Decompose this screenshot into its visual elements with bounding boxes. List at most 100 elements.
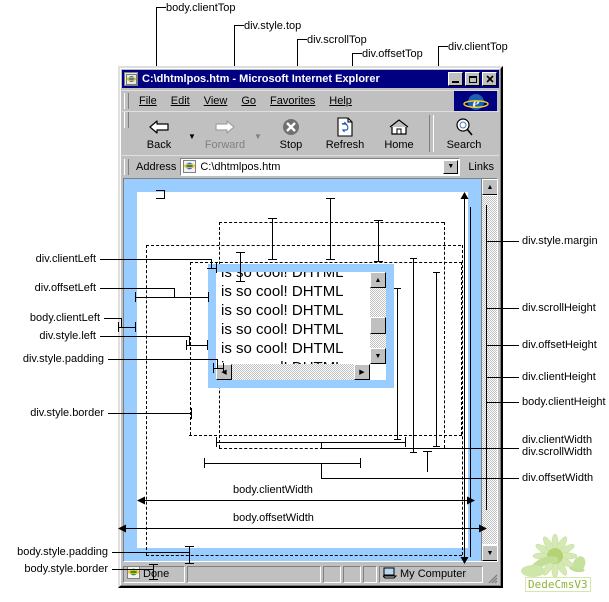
dim-h-body-offsetWidth: [125, 528, 481, 529]
dimend-body-clientLeft-2: [135, 322, 136, 332]
menu-item-help[interactable]: Help: [322, 93, 359, 109]
scroll-up-arrow-icon[interactable]: ▲: [482, 179, 497, 195]
dimend-div-stylePadding-1: [213, 363, 214, 373]
annotation-label-div-offsetHeight: div.offsetHeight: [522, 339, 597, 351]
toolbar-button-stop[interactable]: Stop: [264, 112, 318, 155]
guide-dash-v-1: [146, 245, 147, 555]
leader-div-offsetLeft: [100, 288, 175, 289]
stop-icon: [281, 116, 301, 138]
address-grip[interactable]: [124, 158, 129, 175]
inner-scroll-right-arrow-icon[interactable]: ▶: [354, 364, 370, 380]
status-panel-a: [323, 565, 341, 583]
resize-grip[interactable]: [485, 571, 498, 584]
scroll-down-arrow-icon[interactable]: ▼: [482, 545, 497, 561]
guide-dash-h-1: [146, 245, 461, 246]
annotation-label-div-styleLeft: div.style.left: [39, 330, 96, 342]
dim-body-clientLeft: [118, 327, 136, 328]
annotation-label-div-styleTop: div.style.top: [244, 20, 302, 32]
annotation-label-div-styleMargin: div.style.margin: [522, 235, 598, 247]
annotation-label-body-clientHeight: body.clientHeight: [522, 396, 606, 408]
forward-dropdown-arrow-icon[interactable]: ▼: [252, 112, 264, 155]
guide-dash-h-3: [219, 222, 444, 223]
watermark-text: DedeCmsV3: [525, 577, 591, 592]
dimlead-scrollwidth: [321, 478, 487, 479]
tickcap-b-top: [326, 198, 335, 199]
toolbar-button-refresh[interactable]: Refresh: [318, 112, 372, 155]
dimend-clientwidth-div-1: [216, 437, 217, 447]
leader-div-styleBorder: [108, 413, 192, 414]
toolbar-button-search[interactable]: Search: [437, 112, 491, 155]
close-button[interactable]: [482, 72, 497, 86]
annotation-label-div-clientWidth: div.clientWidth: [522, 434, 593, 446]
inner-div-element[interactable]: is so cool! DHTML is so cool! DHTML is s…: [208, 264, 394, 388]
toolbar-label-refresh: Refresh: [325, 139, 365, 151]
svg-text:e: e: [472, 95, 479, 112]
address-input[interactable]: C:\dhtmlpos.htm ▼: [180, 157, 461, 176]
dimend-div-styleLeft-2: [207, 340, 208, 350]
toolbar[interactable]: Back ▼ Forward ▼ Stop Refresh Home Searc…: [122, 111, 499, 155]
address-dropdown-button[interactable]: ▼: [443, 159, 459, 174]
annotation-label-div-offsetTop: div.offsetTop: [362, 48, 423, 60]
tick-vert-d: [240, 252, 241, 282]
inner-div-horizontal-scrollbar[interactable]: ◀ ▶: [216, 364, 370, 380]
menu-item-go[interactable]: Go: [234, 93, 263, 109]
tickcap-body-stylePadding-2: [185, 563, 194, 564]
maximize-button[interactable]: [465, 72, 480, 86]
status-zone-text: My Computer: [400, 568, 467, 580]
inner-div-vertical-scrollbar[interactable]: ▲ ▼: [370, 272, 386, 364]
guide-dash-v-4: [444, 222, 445, 448]
menu-item-edit[interactable]: Edit: [164, 93, 197, 109]
tick-div-styleBorder: [191, 408, 192, 419]
leader-div-clientHeight: [487, 377, 519, 378]
menu-item-file[interactable]: File: [132, 93, 164, 109]
tick-body-styleBorder: [153, 564, 154, 580]
tick-vert-b: [330, 198, 331, 260]
toolbar-label-search: Search: [446, 139, 482, 151]
dimjoin-scrollwidth: [321, 463, 322, 479]
minimize-button[interactable]: [448, 72, 463, 86]
menu-item-favorites[interactable]: Favorites: [263, 93, 322, 109]
inner-scroll-thumb[interactable]: [370, 317, 386, 334]
menu-grip[interactable]: [124, 93, 129, 109]
annotation-label-div-scrollTop: div.scrollTop: [307, 34, 367, 46]
toolbar-button-back[interactable]: Back: [132, 112, 186, 155]
guide-dash-v-5: [462, 245, 463, 555]
status-panel-c: [363, 565, 377, 583]
tickcap-body-styleBorder-2: [149, 579, 158, 580]
toolbar-label-forward: Forward: [204, 139, 246, 151]
menu-item-view[interactable]: View: [197, 93, 235, 109]
back-dropdown-arrow-icon[interactable]: ▼: [186, 112, 198, 155]
annotation-label-div-scrollWidth: div.scrollWidth: [522, 446, 593, 458]
inner-scroll-down-arrow-icon[interactable]: ▼: [370, 348, 386, 364]
leader-h-div-scrollTop: [297, 39, 307, 40]
address-bar[interactable]: Address C:\dhtmlpos.htm ▼ Links: [122, 155, 499, 177]
tickcap-e-top: [156, 190, 165, 191]
inner-scroll-up-arrow-icon[interactable]: ▲: [370, 272, 386, 288]
title-bar[interactable]: C:\dhtmlpos.htm - Microsoft Internet Exp…: [122, 70, 499, 88]
arrow-left-bodyoffsetwidth: [118, 524, 126, 533]
dimcap-scrollheight-bottom: [410, 452, 417, 453]
tickcap-b-bottom: [326, 259, 335, 260]
tick2-div-clientLeft: [207, 268, 216, 269]
toolbar-label-stop: Stop: [279, 139, 303, 151]
menu-label-file: File: [139, 95, 157, 107]
tickcap-c-bottom: [374, 261, 383, 262]
inner-scroll-left-arrow-icon[interactable]: ◀: [216, 364, 232, 380]
scrollbar-track[interactable]: [482, 196, 497, 544]
toolbar-button-forward[interactable]: Forward: [198, 112, 252, 155]
menu-bar[interactable]: File Edit View Go Favorites Help e: [122, 90, 499, 112]
status-zone-panel: My Computer: [379, 565, 483, 583]
arrow-down-bodyclientheight: [460, 557, 469, 564]
leader-div-clientLeft: [100, 259, 212, 260]
menu-label-favorites: Favorites: [270, 95, 316, 107]
dim-h-clientwidth-div: [216, 442, 406, 443]
menu-label-go: Go: [241, 95, 257, 107]
document-vertical-scrollbar[interactable]: ▲ ▼: [481, 179, 497, 561]
guide-dash-h-6: [146, 555, 462, 556]
dim-vert-scrollheight: [413, 258, 414, 453]
toolbar-grip[interactable]: [124, 112, 129, 128]
back-arrow-icon: [148, 116, 170, 138]
leader-div-offsetWidth: [487, 478, 519, 479]
links-label[interactable]: Links: [460, 161, 499, 173]
toolbar-button-home[interactable]: Home: [372, 112, 426, 155]
